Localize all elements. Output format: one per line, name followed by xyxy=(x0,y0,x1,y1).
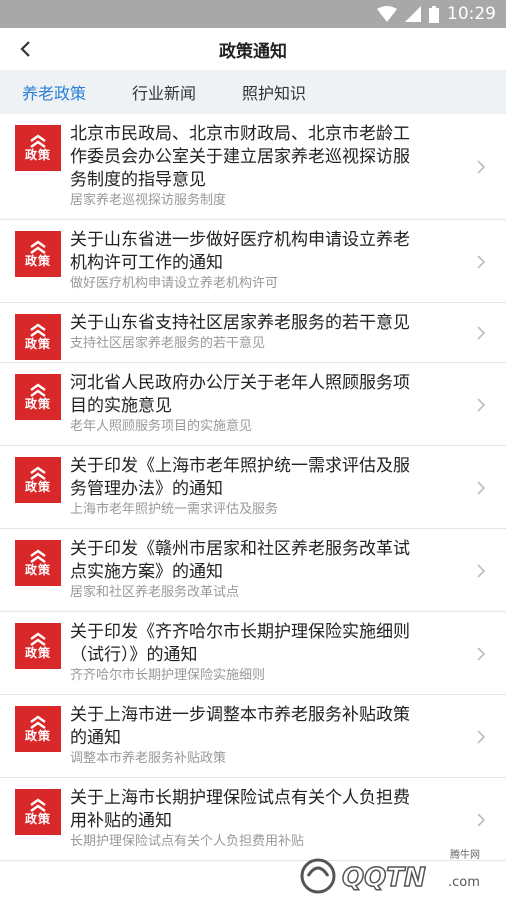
badge-label: 政策 xyxy=(24,729,51,743)
double-chevron-up-icon xyxy=(30,549,46,563)
status-time: 10:29 xyxy=(447,4,496,24)
policy-title-line: 河北省人民政府办公厅关于老年人照顾服务项 xyxy=(70,373,410,393)
page-title: 政策通知 xyxy=(219,41,287,62)
policy-item[interactable]: 政策 关于印发《齐齐哈尔市长期护理保险实施细则 （试行）》的通知齐齐哈尔市长期护理保… xyxy=(0,612,506,695)
policy-subtitle: 做好医疗机构申请设立养老机构许可 xyxy=(70,276,279,291)
policy-title-line: 的通知 xyxy=(70,728,121,748)
chevron-left-icon xyxy=(20,41,30,57)
chevron-right-icon xyxy=(477,160,486,174)
chevron-right-icon xyxy=(477,563,486,578)
double-chevron-up-icon xyxy=(30,466,46,480)
policy-title-line: 北京市民政局、北京市财政局、北京市老龄工 xyxy=(70,124,410,144)
policy-title-line: 关于上海市长期护理保险试点有关个人负担费 xyxy=(70,788,410,808)
policy-badge: 政策 xyxy=(15,623,61,669)
policy-badge: 政策 xyxy=(15,789,61,835)
policy-title-line: 用补贴的通知 xyxy=(70,811,172,831)
badge-label: 政策 xyxy=(24,397,51,411)
policy-subtitle: 居家和社区养老服务改革试点 xyxy=(70,585,240,600)
policy-title: 关于印发《赣州市居家和社区养老服务改革试 点实施方案》的通知 xyxy=(70,538,440,584)
policy-badge: 政策 xyxy=(15,540,61,586)
policy-title-line: 关于山东省进一步做好医疗机构申请设立养老 xyxy=(70,230,410,250)
chevron-right-icon xyxy=(477,646,486,661)
policy-title: 关于山东省支持社区居家养老服务的若干意见 xyxy=(70,312,440,335)
double-chevron-up-icon xyxy=(30,798,46,812)
tab-bar: 养老政策 行业新闻 照护知识 xyxy=(0,70,506,114)
policy-item[interactable]: 政策 关于山东省进一步做好医疗机构申请设立养老 机构许可工作的通知 做好医疗机构申请设… xyxy=(0,220,506,303)
chevron-right-icon xyxy=(477,254,486,269)
policy-subtitle: 齐齐哈尔市长期护理保险实施细则 xyxy=(70,668,266,683)
battery-icon xyxy=(429,5,439,23)
policy-title-line: 关于山东省支持社区居家养老服务的若干意见 xyxy=(70,313,410,333)
double-chevron-up-icon xyxy=(30,240,46,254)
policy-badge: 政策 xyxy=(15,231,61,277)
badge-label: 政策 xyxy=(24,812,51,826)
policy-title-line: 点实施方案》的通知 xyxy=(70,562,223,582)
svg-text:.com: .com xyxy=(448,875,480,890)
badge-label: 政策 xyxy=(24,646,51,660)
policy-title-line: 关于印发《上海市老年照护统一需求评估及服 xyxy=(70,456,410,476)
policy-item[interactable]: 政策 关于印发《赣州市居家和社区养老服务改革试 点实施方案》的通知 居家和社区养老服务… xyxy=(0,529,506,612)
policy-title: 关于上海市进一步调整本市养老服务补贴政策 的通知 xyxy=(70,704,440,750)
chevron-right-icon xyxy=(477,729,486,744)
status-bar: 10:29 xyxy=(0,0,506,28)
policy-title-line: 关于印发《齐齐哈尔市长期护理保险实施细则 xyxy=(70,622,410,642)
cellular-signal-icon xyxy=(405,6,421,22)
policy-item[interactable]: 政策 河北省人民政府办公厅关于老年人照顾服务项 目的实施意见 老年人照顾服务项目的实施… xyxy=(0,363,506,446)
policy-title: 河北省人民政府办公厅关于老年人照顾服务项 目的实施意见 xyxy=(70,372,440,418)
policy-title-line: 作委员会办公室关于建立居家养老巡视探访服 xyxy=(70,147,410,167)
chevron-right-icon xyxy=(477,480,486,495)
policy-title-line: 目的实施意见 xyxy=(70,396,172,416)
policy-subtitle: 居家养老巡视探访服务制度 xyxy=(70,193,227,208)
policy-title: 关于山东省进一步做好医疗机构申请设立养老 机构许可工作的通知 xyxy=(70,229,440,275)
tab-care-knowledge[interactable]: 照护知识 xyxy=(242,80,306,104)
policy-subtitle: 长期护理保险试点有关个人负担费用补贴 xyxy=(70,834,305,849)
policy-title-line: （试行）》的通知 xyxy=(70,645,198,665)
badge-label: 政策 xyxy=(24,480,51,494)
policy-title-line: 关于上海市进一步调整本市养老服务补贴政策 xyxy=(70,705,410,725)
policy-badge: 政策 xyxy=(15,706,61,752)
policy-item[interactable]: 政策 关于上海市长期护理保险试点有关个人负担费 用补贴的通知 长期护理保险试点有关个人… xyxy=(0,778,506,861)
badge-label: 政策 xyxy=(24,254,51,268)
navbar: 政策通知 xyxy=(0,28,506,70)
policy-item[interactable]: 政策 关于上海市进一步调整本市养老服务补贴政策 的通知 调整本市养老服务补贴政策 xyxy=(0,695,506,778)
chevron-right-icon xyxy=(477,397,486,412)
policy-badge: 政策 xyxy=(15,314,61,360)
badge-label: 政策 xyxy=(24,337,51,351)
policy-title: 关于印发《上海市老年照护统一需求评估及服 务管理办法》的通知 xyxy=(70,455,440,501)
policy-badge: 政策 xyxy=(15,374,61,420)
chevron-right-icon xyxy=(477,326,486,340)
policy-title: 关于上海市长期护理保险试点有关个人负担费 用补贴的通知 xyxy=(70,787,440,833)
status-icons: 10:29 xyxy=(377,0,496,28)
policy-subtitle: 老年人照顾服务项目的实施意见 xyxy=(70,419,253,434)
policy-title: 关于印发《齐齐哈尔市长期护理保险实施细则 （试行）》的通知 xyxy=(70,621,440,667)
chevron-right-icon xyxy=(477,812,486,827)
svg-text:QQTN: QQTN xyxy=(342,863,426,893)
policy-title-line: 关于印发《赣州市居家和社区养老服务改革试 xyxy=(70,539,410,559)
badge-label: 政策 xyxy=(24,563,51,577)
double-chevron-up-icon xyxy=(30,632,46,646)
policy-item[interactable]: 政策 北京市民政局、北京市财政局、北京市老龄工 作委员会办公室关于建立居家养老巡视探… xyxy=(0,114,506,220)
policy-subtitle: 调整本市养老服务补贴政策 xyxy=(70,751,227,766)
policy-badge: 政策 xyxy=(15,125,61,171)
tab-industry-news[interactable]: 行业新闻 xyxy=(132,80,196,104)
double-chevron-up-icon xyxy=(30,383,46,397)
double-chevron-up-icon xyxy=(30,323,46,337)
policy-subtitle: 上海市老年照护统一需求评估及服务 xyxy=(70,502,279,517)
policy-badge: 政策 xyxy=(15,457,61,503)
policy-title: 北京市民政局、北京市财政局、北京市老龄工 作委员会办公室关于建立居家养老巡视探访服… xyxy=(70,123,440,192)
policy-item[interactable]: 政策 关于山东省支持社区居家养老服务的若干意见支持社区居家养老服务的若干意见 xyxy=(0,303,506,363)
policy-title-line: 务制度的指导意见 xyxy=(70,170,206,190)
policy-title-line: 务管理办法》的通知 xyxy=(70,479,223,499)
policy-title-line: 机构许可工作的通知 xyxy=(70,253,223,273)
policy-list: 政策 北京市民政局、北京市财政局、北京市老龄工 作委员会办公室关于建立居家养老巡视探… xyxy=(0,114,506,861)
double-chevron-up-icon xyxy=(30,134,46,148)
policy-item[interactable]: 政策 关于印发《上海市老年照护统一需求评估及服 务管理办法》的通知 上海市老年照护统一… xyxy=(0,446,506,529)
back-button[interactable] xyxy=(10,34,40,64)
tab-elderly-policy[interactable]: 养老政策 xyxy=(22,80,86,104)
double-chevron-up-icon xyxy=(30,715,46,729)
badge-label: 政策 xyxy=(24,148,51,162)
wifi-icon xyxy=(377,6,397,22)
policy-subtitle: 支持社区居家养老服务的若干意见 xyxy=(70,336,266,351)
